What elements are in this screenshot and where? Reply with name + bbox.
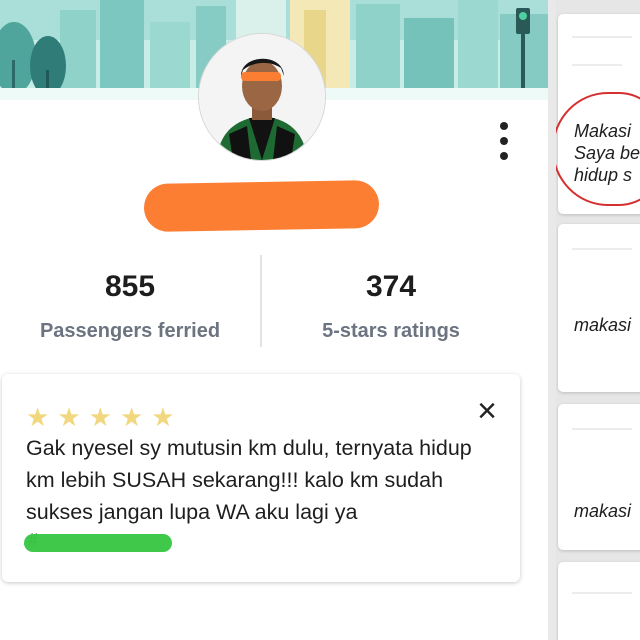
side-review-card[interactable]: makasi [558, 404, 640, 550]
red-circle-annotation [556, 92, 640, 206]
driver-profile-panel: 855 Passengers ferried 374 5-stars ratin… [0, 0, 548, 640]
side-review-card[interactable]: makasi [558, 224, 640, 392]
review-text: Gak nyesel sy mutusin km dulu, ternyata … [26, 436, 472, 524]
passengers-ferried-count: 855 [104, 270, 156, 303]
star-rating: ★ ★ ★ ★ ★ [26, 404, 175, 430]
menu-dot [500, 152, 508, 160]
star-icon: ★ [151, 402, 175, 432]
star-icon: ★ [88, 402, 112, 432]
five-star-ratings-label: 5-stars ratings [322, 320, 460, 342]
review-card: ★ ★ ★ ★ ★ × Gak nyesel sy mutusin km dul… [2, 374, 520, 582]
menu-dot [500, 137, 508, 145]
driver-avatar [199, 34, 325, 160]
hashtag-redaction [24, 534, 172, 552]
side-review-card[interactable] [558, 562, 640, 640]
vertical-dots-icon[interactable] [492, 118, 516, 164]
side-review-line: makasi [574, 315, 632, 335]
star-icon: ★ [57, 402, 81, 432]
passengers-ferried-label: Passengers ferried [39, 320, 221, 342]
side-review-line: makasi [574, 501, 632, 521]
menu-dot [500, 122, 508, 130]
other-reviews-column: Makasi Saya be hidup s makasi makasi [556, 0, 640, 640]
hashtag-row: # [24, 530, 174, 554]
driver-name-redaction [143, 179, 380, 233]
star-icon: ★ [119, 402, 144, 432]
star-icon: ★ [26, 402, 50, 432]
five-star-ratings-count: 374 [365, 270, 417, 303]
close-icon[interactable]: × [470, 394, 504, 428]
stat-divider [260, 255, 262, 347]
